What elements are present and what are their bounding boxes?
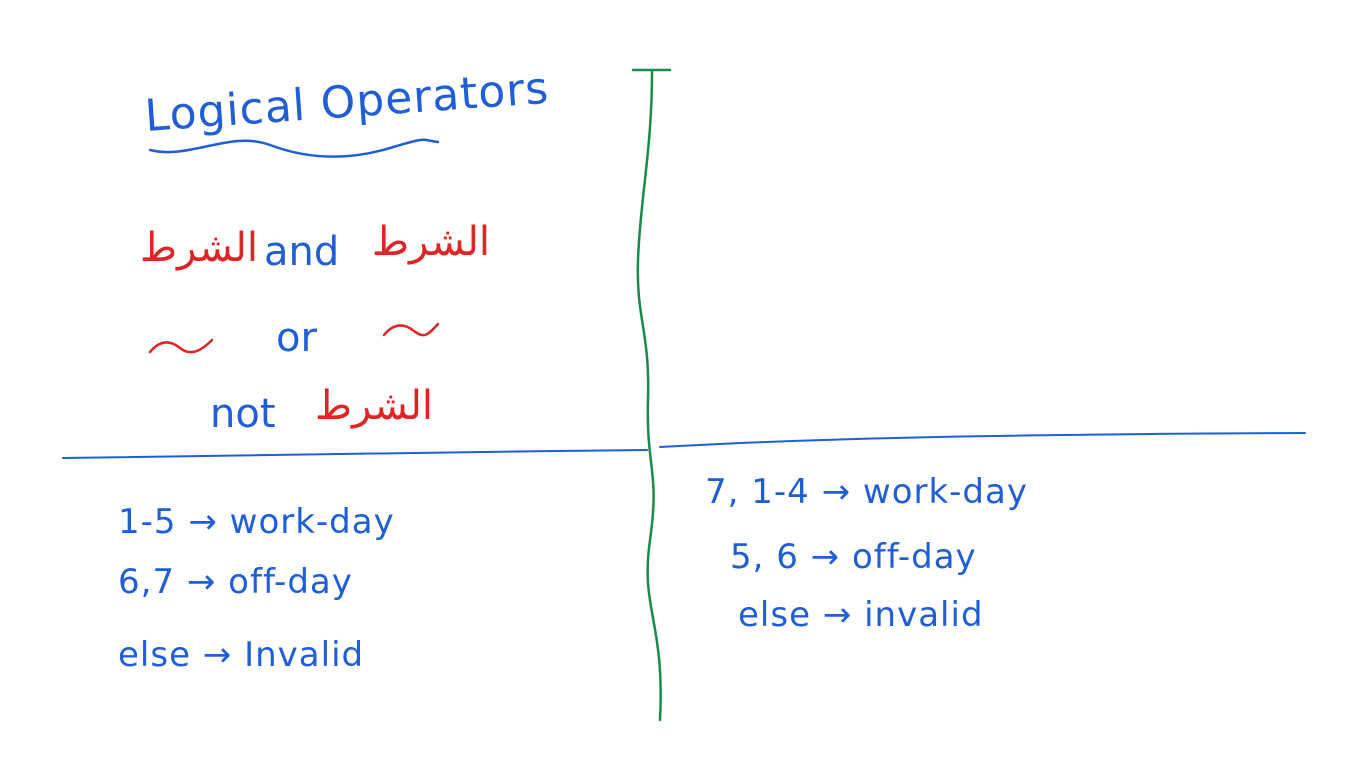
right-horizontal-divider [659,432,1306,448]
right-rule-invalid: else → invalid [738,595,984,635]
left-rule-offday: 6,7 → off-day [118,562,353,602]
condition-not: الشرط [315,383,434,429]
title-underline [148,138,440,158]
right-rule-offday: 5, 6 → off-day [730,537,977,577]
right-rule-workday: 7, 1-4 → work-day [705,472,1028,512]
or-operator: or [276,315,317,361]
condition-left-and: الشرط [140,225,259,271]
vertical-divider [631,68,672,722]
left-rule-invalid: else → Invalid [118,635,365,675]
and-operator: and [264,229,340,275]
left-horizontal-divider [62,449,648,459]
condition-right-and: الشرط [372,219,491,265]
whiteboard-canvas: Logical Operators الشرط and الشرط ~ or ~… [0,0,1366,768]
not-operator: not [210,391,276,437]
left-rule-workday: 1-5 → work-day [118,502,395,542]
